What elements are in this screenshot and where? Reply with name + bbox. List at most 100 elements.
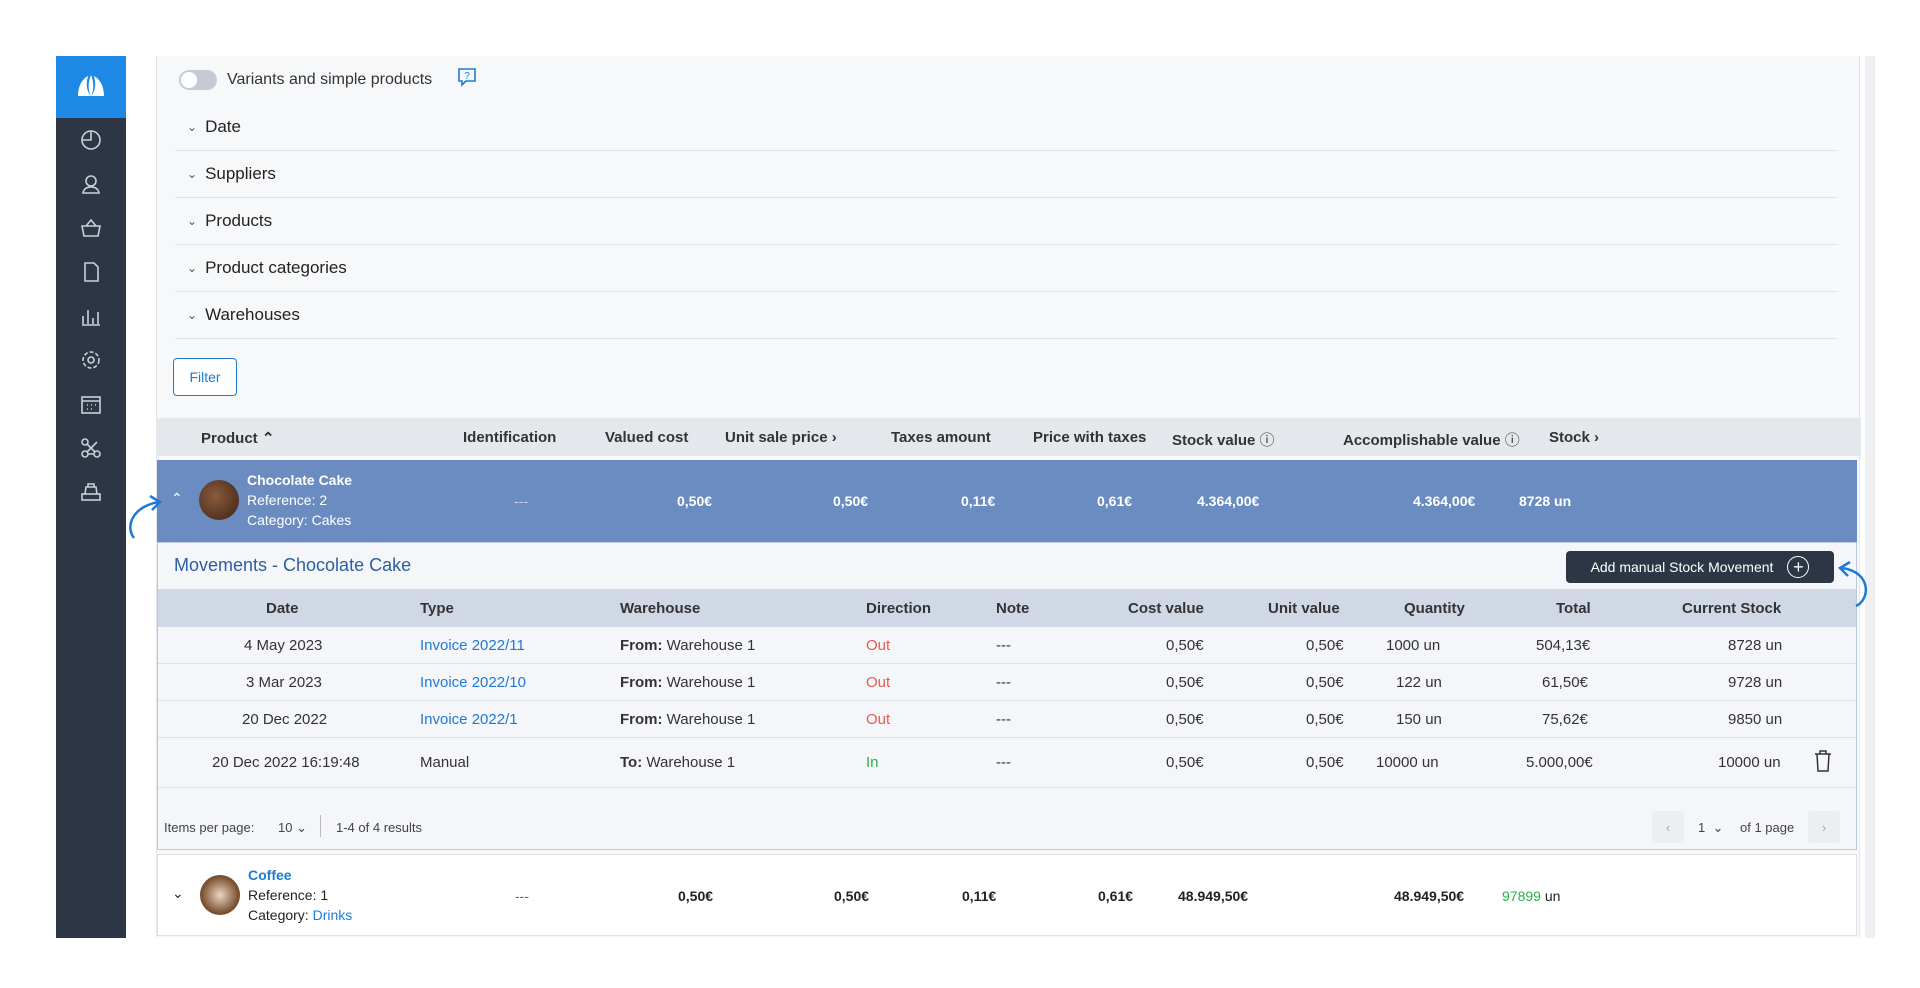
movement-type-link[interactable]: Invoice 2022/10 bbox=[420, 674, 526, 691]
filter-date[interactable]: ⌄ Date bbox=[175, 104, 1837, 151]
results-count: 1-4 of 4 results bbox=[336, 820, 422, 835]
movement-direction: Out bbox=[866, 637, 891, 654]
chevron-down-icon: ⌄ bbox=[1712, 820, 1724, 835]
valued-cost-value: 0,50€ bbox=[678, 888, 714, 904]
add-manual-stock-movement-button[interactable]: Add manual Stock Movement + bbox=[1566, 551, 1834, 583]
annotation-arrow-left bbox=[129, 494, 163, 539]
cash-register-icon[interactable] bbox=[56, 470, 126, 514]
movement-unit-value: 0,50€ bbox=[1306, 674, 1344, 691]
col-product[interactable]: Product ⌃ bbox=[201, 429, 274, 447]
chevron-down-icon: ⌄ bbox=[187, 167, 198, 181]
divider bbox=[320, 815, 321, 837]
col-total: Total bbox=[1556, 600, 1591, 617]
items-per-page-label: Items per page: bbox=[164, 820, 255, 835]
col-type: Type bbox=[420, 600, 454, 617]
calendar-icon[interactable] bbox=[56, 382, 126, 426]
price-with-taxes-value: 0,61€ bbox=[1098, 888, 1134, 904]
bar-chart-icon[interactable] bbox=[56, 294, 126, 338]
col-label: Accomplishable value bbox=[1343, 432, 1501, 449]
col-identification: Identification bbox=[463, 429, 557, 446]
movement-row: 4 May 2023 Invoice 2022/11 From: Warehou… bbox=[158, 627, 1856, 664]
col-valued-cost: Valued cost bbox=[605, 429, 689, 446]
filter-product-categories[interactable]: ⌄ Product categories bbox=[175, 245, 1837, 292]
variants-toggle[interactable] bbox=[179, 69, 217, 90]
page-select[interactable]: 1 ⌄ bbox=[1698, 820, 1723, 836]
chevron-down-icon[interactable]: ⌄ bbox=[172, 885, 184, 902]
movement-warehouse: From: Warehouse 1 bbox=[620, 711, 755, 728]
product-reference: Reference: 2 bbox=[247, 492, 328, 508]
movement-type-link[interactable]: Invoice 2022/1 bbox=[420, 711, 518, 728]
movement-date: 20 Dec 2022 bbox=[242, 711, 328, 728]
next-page-button[interactable]: › bbox=[1808, 811, 1840, 843]
movement-type: Manual bbox=[420, 754, 470, 771]
info-icon[interactable]: ⓘ bbox=[1505, 432, 1520, 449]
warehouse-prefix: From: bbox=[620, 637, 663, 654]
movement-note: --- bbox=[996, 754, 1011, 771]
movements-table-header: Date Type Warehouse Direction Note Cost … bbox=[158, 589, 1856, 627]
help-chat-icon[interactable]: ? bbox=[456, 66, 478, 93]
dashboard-icon[interactable] bbox=[56, 118, 126, 162]
scrollbar[interactable] bbox=[1865, 56, 1875, 938]
movement-type-link[interactable]: Invoice 2022/11 bbox=[420, 637, 525, 654]
filter-products[interactable]: ⌄ Products bbox=[175, 198, 1837, 245]
movement-total: 75,62€ bbox=[1542, 711, 1588, 728]
page-number: 1 bbox=[1698, 820, 1706, 835]
items-per-page-value: 10 bbox=[278, 820, 293, 835]
movement-date: 20 Dec 2022 16:19:48 bbox=[212, 754, 360, 771]
movement-total: 5.000,00€ bbox=[1526, 754, 1593, 771]
movement-warehouse: From: Warehouse 1 bbox=[620, 674, 755, 691]
movement-direction: Out bbox=[866, 674, 891, 691]
movement-total: 61,50€ bbox=[1542, 674, 1588, 691]
product-name[interactable]: Coffee bbox=[248, 867, 292, 883]
integrations-icon[interactable] bbox=[56, 426, 126, 470]
price-with-taxes-value: 0,61€ bbox=[1097, 493, 1133, 509]
plus-circle-icon: + bbox=[1787, 556, 1810, 578]
product-name[interactable]: Chocolate Cake bbox=[247, 472, 352, 488]
filter-button[interactable]: Filter bbox=[173, 358, 237, 396]
filter-suppliers[interactable]: ⌄ Suppliers bbox=[175, 151, 1837, 198]
stock-number: 8728 bbox=[1519, 493, 1551, 509]
product-row-chocolate-cake[interactable]: ⌃ Chocolate Cake Reference: 2 Category: … bbox=[157, 460, 1857, 542]
filter-label: Suppliers bbox=[205, 164, 276, 183]
gear-icon[interactable] bbox=[56, 338, 126, 382]
product-row-coffee[interactable]: ⌄ Coffee Reference: 1 Category: Drinks -… bbox=[157, 854, 1857, 936]
stock-number: 97899 bbox=[1502, 888, 1541, 904]
taxes-amount-value: 0,11€ bbox=[961, 493, 996, 509]
category-link[interactable]: Drinks bbox=[313, 907, 353, 923]
chevron-down-icon: ⌄ bbox=[187, 214, 198, 228]
movement-warehouse: To: Warehouse 1 bbox=[620, 754, 735, 771]
col-stock[interactable]: Stock › bbox=[1549, 429, 1599, 446]
info-icon[interactable]: ⓘ bbox=[1260, 432, 1275, 449]
identification-value: --- bbox=[514, 493, 528, 509]
items-per-page-select[interactable]: 10 ⌄ bbox=[278, 820, 307, 836]
col-label: Stock bbox=[1549, 429, 1590, 446]
svg-text:?: ? bbox=[464, 71, 470, 82]
col-label: Unit sale price bbox=[725, 429, 828, 446]
movement-cost-value: 0,50€ bbox=[1166, 637, 1204, 654]
sidebar bbox=[56, 56, 126, 938]
user-icon[interactable] bbox=[56, 162, 126, 206]
movement-current-stock: 10000 un bbox=[1718, 754, 1781, 771]
movements-title: Movements - Chocolate Cake bbox=[174, 555, 412, 575]
leaf-logo-icon[interactable] bbox=[56, 56, 126, 118]
taxes-amount-value: 0,11€ bbox=[962, 888, 997, 904]
col-unit-sale-price[interactable]: Unit sale price › bbox=[725, 429, 837, 446]
filter-label: Date bbox=[205, 117, 241, 136]
warehouse-name: Warehouse 1 bbox=[642, 754, 736, 771]
filter-warehouses[interactable]: ⌄ Warehouses bbox=[175, 292, 1837, 339]
col-accomplishable-value: Accomplishable value ⓘ bbox=[1343, 429, 1520, 450]
chevron-down-icon: ⌄ bbox=[296, 820, 307, 835]
basket-icon[interactable] bbox=[56, 206, 126, 250]
col-direction: Direction bbox=[866, 600, 932, 617]
trash-icon[interactable] bbox=[1814, 750, 1832, 772]
document-icon[interactable] bbox=[56, 250, 126, 294]
variants-toggle-label: Variants and simple products bbox=[227, 70, 433, 88]
movement-warehouse: From: Warehouse 1 bbox=[620, 637, 755, 654]
movement-cost-value: 0,50€ bbox=[1166, 674, 1204, 691]
filter-sections: ⌄ Date ⌄ Suppliers ⌄ Products ⌄ Product cate… bbox=[175, 104, 1837, 339]
annotation-arrow-right bbox=[1837, 560, 1868, 608]
stock-quantity: 8728 un bbox=[1519, 493, 1571, 509]
prev-page-button[interactable]: ‹ bbox=[1652, 811, 1684, 843]
chevron-up-icon[interactable]: ⌃ bbox=[171, 490, 183, 507]
filter-label: Products bbox=[205, 211, 273, 230]
